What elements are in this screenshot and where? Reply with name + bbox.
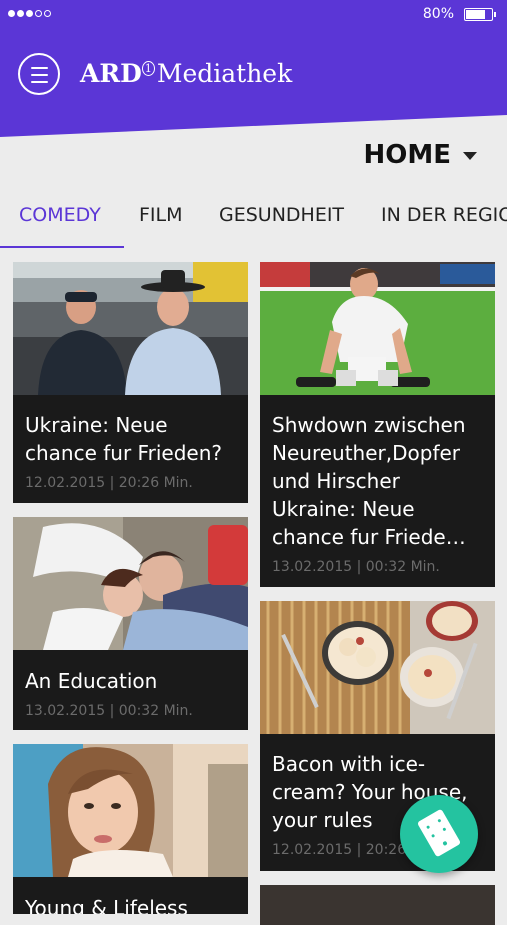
app-header: 80% ARD 1 Mediathek — [0, 0, 507, 150]
tab-film[interactable]: FILM — [139, 204, 183, 226]
active-tab-indicator — [0, 246, 124, 248]
thumbnail-football — [260, 262, 495, 395]
battery-icon — [464, 8, 496, 21]
logo-mark: 1 — [141, 61, 155, 76]
menu-button[interactable] — [18, 53, 60, 95]
video-card-ukraine[interactable]: Ukraine: Neue chance fur Frieden? 12.02.… — [13, 262, 248, 503]
caret-down-icon — [463, 152, 477, 160]
tab-in-der-region[interactable]: IN DER REGIO — [381, 204, 507, 226]
video-card-shwdown[interactable]: Shwdown zwischen Neureuther,Dopfer und H… — [260, 262, 495, 587]
card-title: Ukraine: Neue chance fur Frieden? — [25, 413, 222, 465]
logo-mediathek: Mediathek — [156, 59, 293, 88]
thumbnail-couple — [13, 517, 248, 650]
category-tabs: COMEDY FILM GESUNDHEIT IN DER REGIO — [0, 188, 507, 248]
logo-ard: ARD — [80, 59, 142, 88]
remote-control-button[interactable] — [400, 795, 478, 873]
tab-comedy[interactable]: COMEDY — [19, 204, 101, 226]
remote-control-icon — [416, 808, 462, 858]
app-logo: ARD 1 Mediathek — [80, 59, 292, 88]
thumbnail-police — [13, 262, 248, 395]
section-title: HOME — [363, 140, 452, 170]
thumbnail-woman — [13, 744, 248, 877]
card-meta: 13.02.2015 | 00:32 Min. — [25, 703, 193, 719]
card-meta: 12.02.2015 | 20:26 Min. — [25, 475, 193, 491]
status-bar: 80% — [8, 5, 499, 23]
card-title: Young & Lifeless — [25, 896, 188, 914]
card-title: Shwdown zwischen Neureuther,Dopfer und H… — [272, 413, 466, 549]
video-card-next[interactable] — [260, 885, 495, 925]
tab-gesundheit[interactable]: GESUNDHEIT — [219, 204, 344, 226]
video-card-young-lifeless[interactable]: Young & Lifeless — [13, 744, 248, 914]
card-meta: 13.02.2015 | 00:32 Min. — [272, 559, 440, 575]
card-title: An Education — [25, 669, 158, 693]
thumbnail-dessert — [260, 601, 495, 734]
signal-icon — [8, 10, 51, 17]
video-card-an-education[interactable]: An Education 13.02.2015 | 00:32 Min. — [13, 517, 248, 730]
battery-percent: 80% — [422, 6, 454, 22]
section-selector[interactable]: HOME — [363, 140, 477, 170]
